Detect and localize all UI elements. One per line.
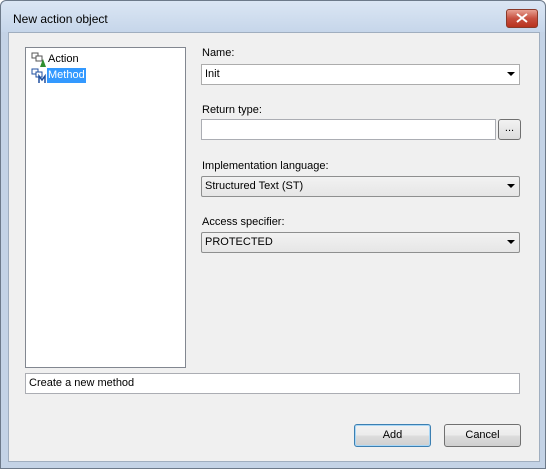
action-icon (31, 52, 47, 68)
access-specifier-select[interactable]: PROTECTED (201, 232, 520, 253)
method-icon (31, 68, 47, 84)
browse-button[interactable]: ... (498, 119, 521, 140)
description-text: Create a new method (29, 377, 135, 389)
add-button[interactable]: Add (354, 424, 431, 447)
access-specifier-label: Access specifier: (202, 216, 285, 228)
close-button[interactable] (506, 9, 538, 28)
name-label: Name: (202, 47, 235, 59)
return-type-label: Return type: (202, 104, 262, 116)
dialog-window: New action object Action Method Name: In… (0, 0, 546, 469)
dialog-body: Action Method Name: Init Return type: ..… (8, 32, 540, 462)
close-icon (516, 13, 528, 23)
name-combobox[interactable]: Init (201, 64, 520, 85)
implementation-language-value: Structured Text (ST) (205, 180, 304, 192)
title-bar[interactable]: New action object (1, 1, 545, 32)
window-title: New action object (13, 12, 108, 26)
tree-item-label: Method (47, 68, 86, 83)
implementation-language-label: Implementation language: (202, 160, 329, 172)
access-specifier-value: PROTECTED (205, 236, 273, 248)
tree-item-method[interactable]: Method (31, 67, 86, 84)
implementation-language-select[interactable]: Structured Text (ST) (201, 176, 520, 197)
tree-item-action[interactable]: Action (31, 51, 80, 68)
name-value: Init (205, 68, 220, 80)
object-type-tree[interactable]: Action Method (25, 47, 186, 368)
cancel-button[interactable]: Cancel (444, 424, 521, 447)
return-type-input[interactable] (201, 119, 496, 140)
chevron-down-icon[interactable] (507, 72, 515, 76)
description-field: Create a new method (25, 373, 520, 394)
chevron-down-icon[interactable] (507, 184, 515, 188)
tree-item-label: Action (48, 53, 79, 65)
chevron-down-icon[interactable] (507, 240, 515, 244)
